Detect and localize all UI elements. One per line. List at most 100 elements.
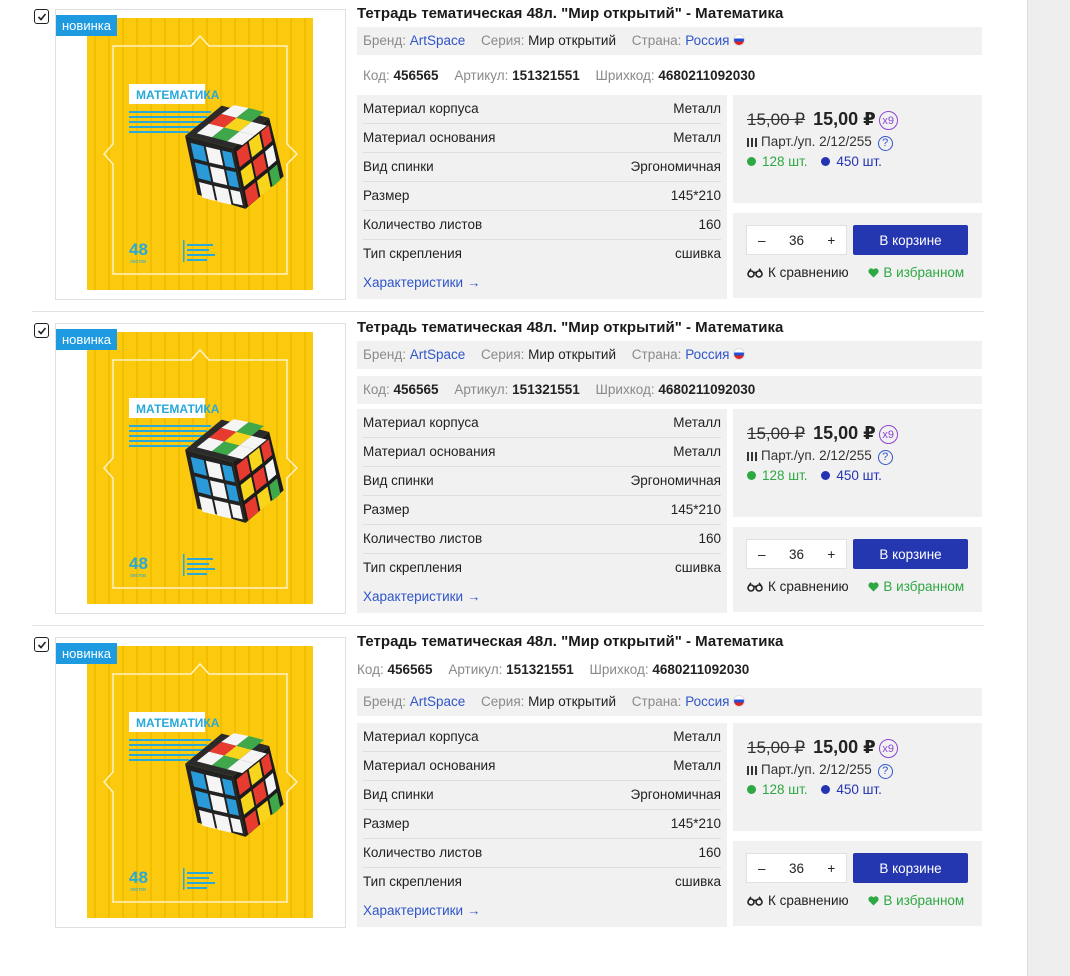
spec-name: Тип скрепления: [363, 874, 462, 889]
brand-link[interactable]: ArtSpace: [410, 694, 466, 709]
spec-value: 145*210: [670, 502, 721, 517]
compare-label: К сравнению: [768, 893, 849, 908]
product-image[interactable]: новинка МАТЕМАТИКА 48 листов: [55, 637, 346, 928]
barcode-label: Шрихкод:: [595, 382, 655, 397]
quantity-input[interactable]: 36: [776, 861, 816, 876]
spec-name: Материал основания: [363, 130, 496, 145]
barcode-label: Шрихкод:: [589, 662, 649, 677]
spec-row: Вид спинки Эргономичная: [363, 153, 721, 182]
new-badge: новинка: [56, 15, 117, 36]
help-icon[interactable]: ?: [877, 764, 893, 779]
country-link[interactable]: Россия: [685, 33, 729, 48]
code-label: Код:: [357, 662, 384, 677]
spec-name: Количество листов: [363, 845, 483, 860]
compare-button[interactable]: К сравнению: [747, 265, 849, 280]
quantity-input[interactable]: 36: [776, 233, 816, 248]
compare-button[interactable]: К сравнению: [747, 579, 849, 594]
quantity-stepper: – 36 +: [746, 539, 847, 569]
multiplier-badge[interactable]: x9: [878, 739, 898, 758]
increase-button[interactable]: +: [817, 547, 846, 562]
russia-flag-icon: [733, 695, 746, 707]
cart-box: – 36 + В корзине К сравнению В избранном: [733, 527, 982, 612]
new-badge: новинка: [56, 643, 117, 664]
country-link[interactable]: Россия: [685, 347, 729, 362]
product-title[interactable]: Тетрадь тематическая 48л. "Мир открытий"…: [357, 633, 783, 650]
spec-name: Количество листов: [363, 531, 483, 546]
spec-row: Тип скрепления сшивка: [363, 240, 721, 268]
product-image[interactable]: новинка МАТЕМАТИКА 48 листов: [55, 323, 346, 614]
in-cart-button[interactable]: В корзине: [853, 539, 968, 569]
compare-icon: [747, 268, 763, 278]
in-cart-button[interactable]: В корзине: [853, 225, 968, 255]
help-icon[interactable]: ?: [877, 136, 893, 151]
specs-link[interactable]: Характеристики →: [363, 268, 721, 298]
favorite-button[interactable]: В избранном: [868, 265, 964, 280]
select-checkbox[interactable]: [34, 323, 49, 338]
stock-blue-dot-icon: [821, 785, 831, 794]
spec-name: Тип скрепления: [363, 246, 462, 261]
spec-row: Материал корпуса Металл: [363, 723, 721, 752]
favorite-label: В избранном: [883, 893, 965, 908]
brand-label: Бренд:: [363, 347, 406, 362]
country-link[interactable]: Россия: [685, 694, 729, 709]
product-image[interactable]: новинка МАТЕМАТИКА 48 листов: [55, 9, 346, 300]
product-title[interactable]: Тетрадь тематическая 48л. "Мир открытий"…: [357, 319, 783, 336]
spec-row: Материал основания Металл: [363, 752, 721, 781]
stock-blue: 450 шт.: [836, 468, 882, 483]
cover-title: МАТЕМАТИКА: [136, 88, 220, 102]
russia-flag-icon: [733, 348, 746, 360]
favorite-button[interactable]: В избранном: [868, 579, 964, 594]
spec-row: Материал основания Металл: [363, 124, 721, 153]
specs-link[interactable]: Характеристики →: [363, 582, 721, 612]
select-checkbox[interactable]: [34, 637, 49, 652]
barcode-label: Шрихкод:: [595, 68, 655, 83]
spec-name: Тип скрепления: [363, 560, 462, 575]
spec-row: Материал корпуса Металл: [363, 95, 721, 124]
codes-row: Код: 456565 Артикул: 151321551 Шрихкод: …: [357, 656, 749, 684]
brand-link[interactable]: ArtSpace: [410, 33, 466, 48]
stock-blue: 450 шт.: [836, 154, 882, 169]
quantity-input[interactable]: 36: [776, 547, 816, 562]
price-box: 15,00 ₽15,00 ₽ x9 Парт./уп. 2/12/255? 128…: [733, 409, 982, 517]
card-divider: [32, 311, 984, 312]
spec-row: Тип скрепления сшивка: [363, 868, 721, 896]
decrease-button[interactable]: –: [747, 233, 776, 248]
spec-value: 160: [698, 217, 721, 232]
spec-name: Вид спинки: [363, 159, 434, 174]
in-cart-button[interactable]: В корзине: [853, 853, 968, 883]
favorite-label: В избранном: [883, 579, 965, 594]
product-title[interactable]: Тетрадь тематическая 48л. "Мир открытий"…: [357, 5, 783, 22]
country-label: Страна:: [631, 694, 682, 709]
spec-row: Количество листов 160: [363, 525, 721, 554]
favorite-button[interactable]: В избранном: [868, 893, 964, 908]
price-box: 15,00 ₽15,00 ₽ x9 Парт./уп. 2/12/255? 128…: [733, 95, 982, 203]
actions-row: К сравнению В избранном: [747, 893, 964, 908]
spec-name: Размер: [363, 188, 410, 203]
old-price: 15,00 ₽: [747, 110, 806, 129]
country-label: Страна:: [631, 33, 682, 48]
stock-green-dot-icon: [747, 157, 756, 166]
multiplier-badge[interactable]: x9: [878, 111, 898, 130]
article-label: Артикул:: [454, 68, 509, 83]
increase-button[interactable]: +: [817, 233, 846, 248]
spec-row: Материал основания Металл: [363, 438, 721, 467]
brand-link[interactable]: ArtSpace: [410, 347, 466, 362]
barcode-value: 4680211092030: [652, 662, 750, 677]
check-icon: [37, 640, 46, 649]
increase-button[interactable]: +: [817, 861, 846, 876]
spec-value: Металл: [673, 130, 721, 145]
spec-name: Материал корпуса: [363, 101, 479, 116]
pack-info: Парт./уп. 2/12/255: [761, 762, 872, 777]
help-icon[interactable]: ?: [877, 450, 893, 465]
stock-row: 128 шт. 450 шт.: [747, 468, 982, 483]
multiplier-badge[interactable]: x9: [878, 425, 898, 444]
compare-button[interactable]: К сравнению: [747, 893, 849, 908]
select-checkbox[interactable]: [34, 9, 49, 24]
code-label: Код:: [363, 68, 390, 83]
decrease-button[interactable]: –: [747, 861, 776, 876]
cover-title: МАТЕМАТИКА: [136, 716, 220, 730]
decrease-button[interactable]: –: [747, 547, 776, 562]
specs-link[interactable]: Характеристики →: [363, 896, 721, 926]
heart-icon: [868, 268, 880, 278]
spec-row: Размер 145*210: [363, 496, 721, 525]
